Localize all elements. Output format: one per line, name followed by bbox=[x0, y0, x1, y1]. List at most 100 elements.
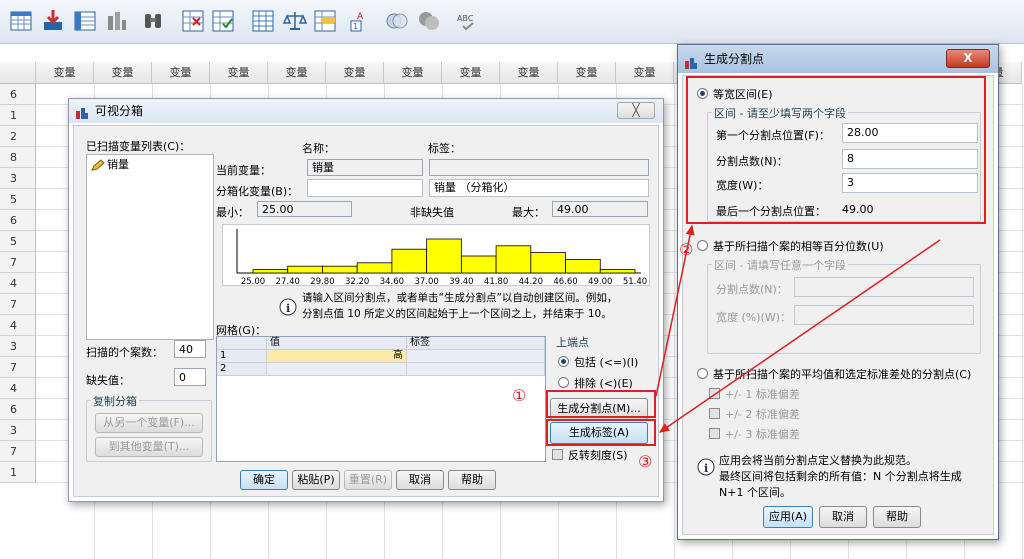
data-view-icon[interactable] bbox=[8, 8, 34, 34]
grid-cell-label[interactable] bbox=[407, 363, 545, 376]
histogram-tick-label: 44.20 bbox=[519, 277, 543, 287]
cancel-button[interactable]: 取消 bbox=[819, 506, 867, 528]
column-header[interactable]: 变量 bbox=[442, 62, 500, 84]
label-column-label: 标签： bbox=[428, 142, 461, 155]
info-line2: 最终区间将包括剩余的所有值：N 个分割点将生成 bbox=[719, 470, 962, 483]
select-cases-icon[interactable] bbox=[312, 8, 338, 34]
close-button[interactable]: ╳ bbox=[617, 102, 655, 119]
find-icon[interactable] bbox=[140, 8, 166, 34]
current-variable-label-field bbox=[429, 159, 649, 176]
row-header[interactable]: 7 bbox=[0, 357, 36, 378]
variables-icon[interactable] bbox=[72, 8, 98, 34]
column-header[interactable]: 变量 bbox=[268, 62, 326, 84]
column-header[interactable]: 变量 bbox=[500, 62, 558, 84]
row-header[interactable]: 4 bbox=[0, 315, 36, 336]
spell-check-icon[interactable]: ABC bbox=[455, 8, 481, 34]
row-header[interactable]: 8 bbox=[0, 147, 36, 168]
split-file-icon[interactable] bbox=[250, 8, 276, 34]
column-header[interactable]: 变量 bbox=[94, 62, 152, 84]
sd3-checkbox[interactable] bbox=[709, 428, 720, 439]
column-header[interactable]: 变量 bbox=[616, 62, 674, 84]
help-button[interactable]: 帮助 bbox=[873, 506, 921, 528]
row-header[interactable]: 5 bbox=[0, 189, 36, 210]
dialog-title: 可视分箱 bbox=[95, 104, 144, 118]
row-header[interactable]: 3 bbox=[0, 420, 36, 441]
show-all-variables-icon[interactable] bbox=[416, 8, 442, 34]
weight-cases-icon[interactable] bbox=[282, 8, 308, 34]
cutpoint-grid[interactable]: 值 标签 1 高 2 bbox=[216, 336, 546, 462]
to-other-variables-button[interactable]: 到其他变量(T)... bbox=[95, 437, 203, 457]
row-header[interactable]: 7 bbox=[0, 441, 36, 462]
scanned-variable-list[interactable]: 销量 bbox=[86, 154, 214, 340]
row-header[interactable]: 1 bbox=[0, 105, 36, 126]
row-header[interactable]: 1 bbox=[0, 462, 36, 483]
use-sets-icon[interactable] bbox=[384, 8, 410, 34]
close-button[interactable]: X bbox=[946, 49, 990, 68]
spss-app-icon bbox=[684, 52, 698, 69]
annotation-number-2: ② bbox=[679, 240, 694, 259]
insert-cases-icon[interactable] bbox=[180, 8, 206, 34]
sd1-checkbox[interactable] bbox=[709, 388, 720, 399]
histogram-bar bbox=[530, 252, 566, 274]
ok-button[interactable]: 确定 bbox=[240, 470, 288, 490]
mean-sd-radio[interactable] bbox=[697, 368, 708, 379]
reset-button[interactable]: 重置(R) bbox=[344, 470, 392, 490]
width-input[interactable]: 3 bbox=[842, 173, 978, 193]
list-item[interactable]: 销量 bbox=[89, 157, 129, 173]
svg-text:i: i bbox=[286, 302, 290, 315]
row-header[interactable]: 4 bbox=[0, 378, 36, 399]
pct-width-input[interactable] bbox=[794, 305, 974, 325]
import-data-icon[interactable] bbox=[40, 8, 66, 34]
make-cutpoints-titlebar: 生成分割点 X bbox=[678, 45, 998, 73]
row-header[interactable]: 7 bbox=[0, 294, 36, 315]
row-header[interactable]: 3 bbox=[0, 336, 36, 357]
exclude-radio[interactable] bbox=[558, 377, 569, 388]
row-header[interactable]: 3 bbox=[0, 168, 36, 189]
num-cutpoints-label: 分割点数(N)： bbox=[716, 155, 788, 168]
include-radio[interactable] bbox=[558, 356, 569, 367]
dialog-title: 生成分割点 bbox=[704, 52, 765, 66]
grid-cell-value[interactable] bbox=[267, 363, 407, 376]
equal-percentile-radio[interactable] bbox=[697, 240, 708, 251]
row-header[interactable]: 7 bbox=[0, 252, 36, 273]
binned-variable-name-input[interactable] bbox=[307, 179, 423, 197]
row-header[interactable]: 5 bbox=[0, 231, 36, 252]
make-labels-button[interactable]: 生成标签(A) bbox=[550, 422, 648, 444]
num-cutpoints-input[interactable]: 8 bbox=[842, 149, 978, 169]
histogram-tick-label: 49.00 bbox=[588, 277, 612, 287]
column-header[interactable]: 变量 bbox=[326, 62, 384, 84]
row-header[interactable]: 6 bbox=[0, 84, 36, 105]
row-header[interactable]: 4 bbox=[0, 273, 36, 294]
missing-label: 缺失值： bbox=[86, 374, 130, 387]
from-another-variable-button[interactable]: 从另一个变量(F)... bbox=[95, 413, 203, 433]
interval-group: 区间 - 请至少填写两个字段 第一个分割点位置(F)： 28.00 分割点数(N… bbox=[707, 105, 981, 222]
apply-button[interactable]: 应用(A) bbox=[763, 506, 813, 528]
missing-value: 0 bbox=[174, 368, 206, 386]
column-header[interactable]: 变量 bbox=[384, 62, 442, 84]
row-header[interactable]: 6 bbox=[0, 210, 36, 231]
grid-vline bbox=[1022, 84, 1023, 559]
grid-cell-value[interactable]: 高 bbox=[267, 350, 407, 363]
pct-num-cutpoints-input[interactable] bbox=[794, 277, 974, 297]
cancel-button[interactable]: 取消 bbox=[396, 470, 444, 490]
column-header[interactable]: 变量 bbox=[558, 62, 616, 84]
chart-builder-icon[interactable] bbox=[104, 8, 130, 34]
paste-button[interactable]: 粘贴(P) bbox=[292, 470, 340, 490]
row-header[interactable]: 6 bbox=[0, 399, 36, 420]
histogram-tick-label: 46.60 bbox=[553, 277, 577, 287]
reverse-scale-checkbox[interactable] bbox=[552, 449, 563, 460]
first-cutpoint-input[interactable]: 28.00 bbox=[842, 123, 978, 143]
insert-variable-icon[interactable] bbox=[210, 8, 236, 34]
column-header[interactable]: 变量 bbox=[152, 62, 210, 84]
help-button[interactable]: 帮助 bbox=[448, 470, 496, 490]
value-labels-icon[interactable]: A1 bbox=[348, 8, 374, 34]
column-header[interactable]: 变量 bbox=[210, 62, 268, 84]
binned-variable-label-input[interactable]: 销量 （分箱化） bbox=[429, 179, 649, 197]
binned-variable-label: 分箱化变量(B)： bbox=[216, 185, 299, 198]
grid-cell-label[interactable] bbox=[407, 350, 545, 363]
column-header[interactable]: 变量 bbox=[36, 62, 94, 84]
make-cutpoints-button[interactable]: 生成分割点(M)... bbox=[550, 398, 648, 420]
row-header[interactable]: 2 bbox=[0, 126, 36, 147]
sd2-checkbox[interactable] bbox=[709, 408, 720, 419]
equal-width-radio[interactable] bbox=[697, 88, 708, 99]
